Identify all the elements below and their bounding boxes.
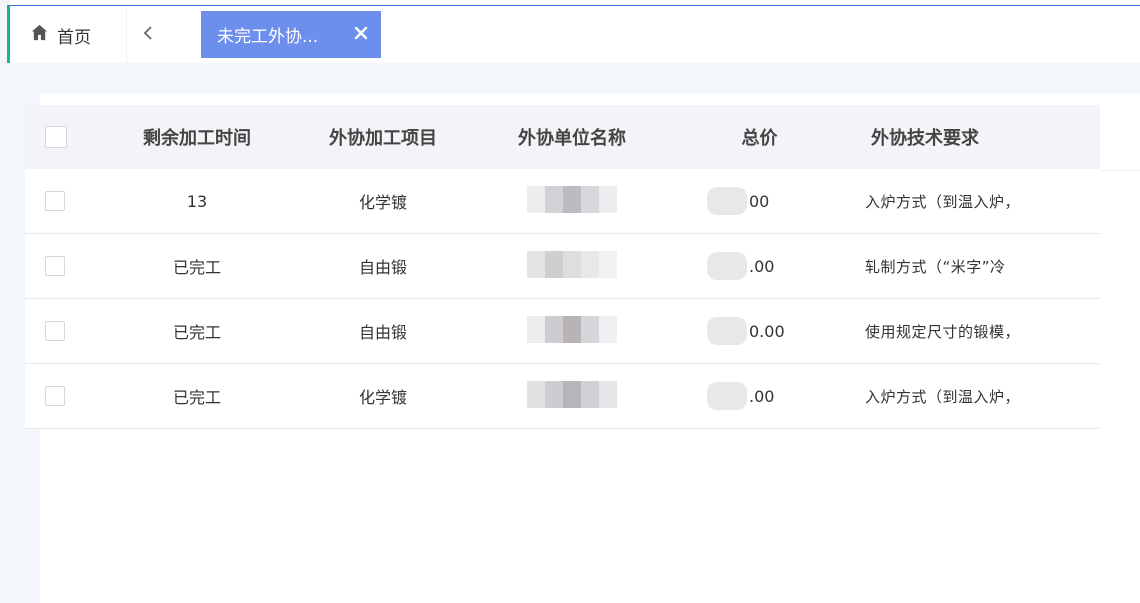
remaining-time-value: 已完工 [172, 388, 221, 407]
total-price-value: 00 [749, 191, 770, 211]
tab-divider [126, 6, 127, 63]
row-checkbox[interactable] [45, 321, 65, 341]
tab-scroll-left-button[interactable] [138, 21, 158, 49]
left-edge [0, 0, 10, 603]
row-checkbox[interactable] [45, 191, 65, 211]
row-checkbox[interactable] [45, 386, 65, 406]
row-checkbox[interactable] [45, 256, 65, 276]
price-redacted [707, 252, 747, 280]
table-row[interactable]: 已完工 自由锻 0.00 使用规定尺寸的锻模， [25, 299, 1100, 364]
outsource-item-value: 自由锻 [358, 323, 407, 342]
table-row[interactable]: 已完工 化学镀 .00 入炉方式（到温入炉， [25, 364, 1100, 429]
header-total-price[interactable]: 总价 [742, 124, 778, 150]
price-redacted [707, 382, 747, 410]
header-outsource-item[interactable]: 外协加工项目 [329, 124, 437, 150]
tab-bar: 首页 未完工外协... [10, 5, 1140, 63]
remaining-time-value: 13 [186, 191, 208, 211]
close-icon[interactable] [352, 24, 370, 42]
tab-unfinished-outsourcing[interactable]: 未完工外协... [201, 11, 381, 58]
vendor-name-redacted [497, 234, 647, 298]
tech-requirement-value: 轧制方式（“米字”冷 [865, 257, 1006, 276]
total-price-value: 0.00 [749, 321, 785, 341]
total-price-value: .00 [749, 386, 775, 406]
outsource-item-value: 自由锻 [358, 258, 407, 277]
table-row[interactable]: 已完工 自由锻 .00 轧制方式（“米字”冷 [25, 234, 1100, 299]
vendor-name-redacted [497, 169, 647, 233]
tech-requirement-value: 使用规定尺寸的锻模， [865, 322, 1021, 341]
vendor-name-redacted [497, 299, 647, 363]
price-redacted [707, 187, 747, 215]
remaining-time-value: 已完工 [172, 258, 221, 277]
header-vendor-name[interactable]: 外协单位名称 [518, 124, 626, 150]
vendor-name-redacted [497, 364, 647, 428]
tab-home[interactable]: 首页 [30, 21, 91, 49]
header-remaining-time[interactable]: 剩余加工时间 [143, 124, 251, 150]
total-price-value: .00 [749, 256, 775, 276]
header-tech-requirement[interactable]: 外协技术要求 [871, 124, 979, 150]
tech-requirement-value: 入炉方式（到温入炉， [865, 192, 1021, 211]
table-header: 剩余加工时间 外协加工项目 外协单位名称 总价 外协技术要求 [25, 105, 1100, 169]
price-redacted [707, 317, 747, 345]
remaining-time-value: 已完工 [172, 323, 221, 342]
table-row[interactable]: 13 化学镀 00 入炉方式（到温入炉， [25, 169, 1100, 234]
chevron-left-icon [142, 25, 154, 45]
outsource-item-value: 化学镀 [358, 193, 407, 212]
tab-active-label: 未完工外协... [217, 27, 319, 47]
tab-home-label: 首页 [57, 27, 91, 48]
home-icon [30, 23, 49, 47]
tech-requirement-value: 入炉方式（到温入炉， [865, 387, 1021, 406]
outsource-item-value: 化学镀 [358, 388, 407, 407]
select-all-checkbox[interactable] [45, 126, 67, 148]
